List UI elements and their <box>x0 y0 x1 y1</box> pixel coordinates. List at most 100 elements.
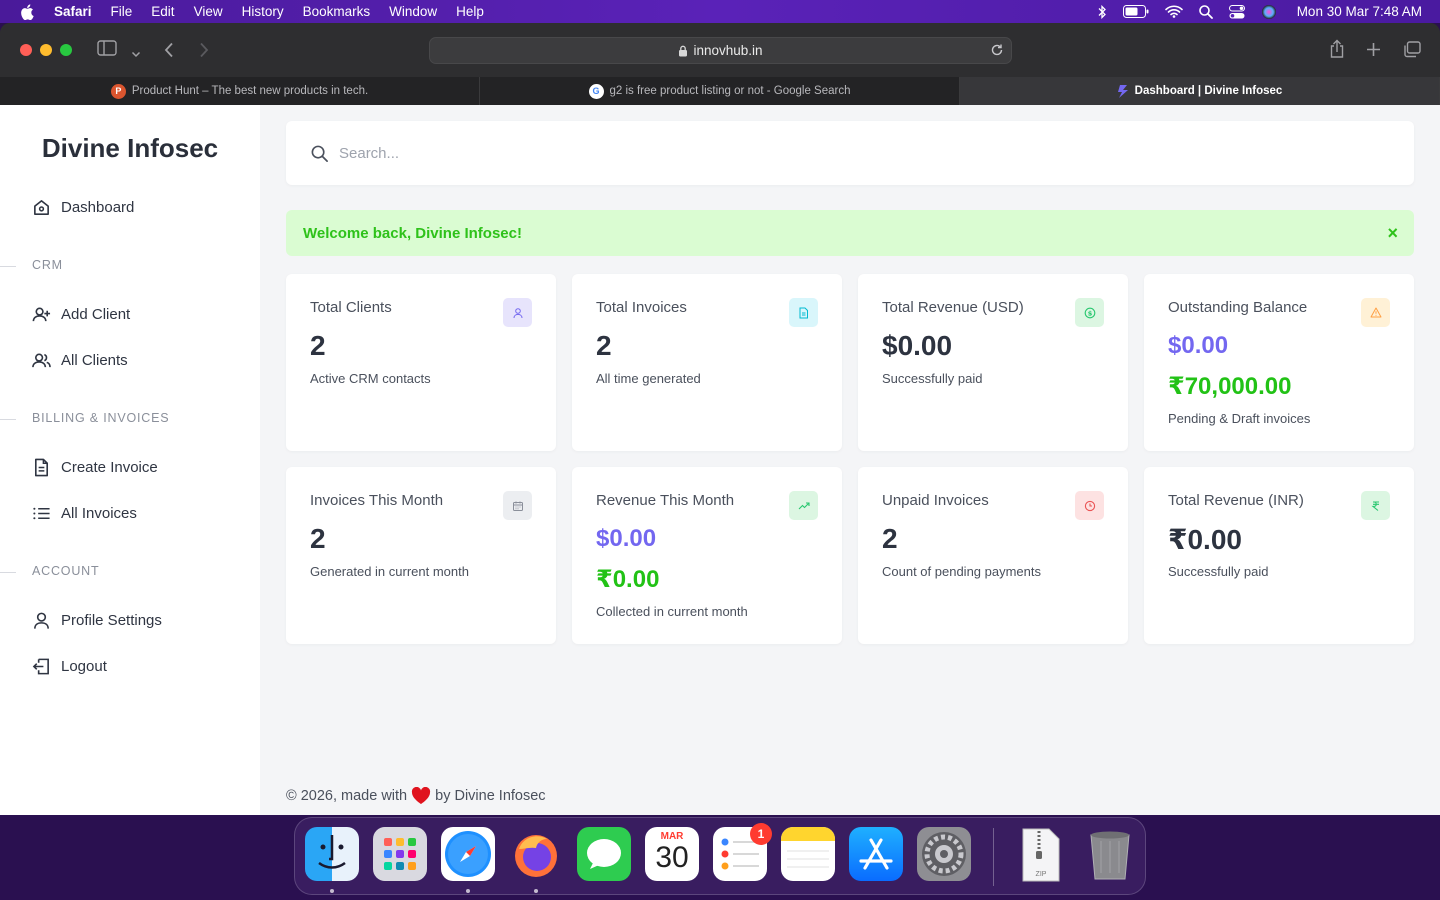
welcome-alert: Welcome back, Divine Infosec! × <box>286 210 1414 256</box>
sidebar-item-label: All Clients <box>61 352 128 369</box>
card-title: Total Invoices <box>596 299 687 316</box>
messages-icon[interactable] <box>577 827 631 881</box>
home-icon <box>34 200 49 215</box>
url-text[interactable]: innovhub.in <box>693 43 762 58</box>
zip-label: ZIP <box>1035 871 1047 878</box>
sidebar-item-label: All Invoices <box>61 505 137 522</box>
card-subtitle: Successfully paid <box>882 371 983 386</box>
tab-bar: P Product Hunt – The best new products i… <box>0 77 1440 105</box>
apple-logo-icon[interactable] <box>20 3 34 20</box>
menu-app-safari[interactable]: Safari <box>54 4 92 19</box>
sidebar-item-create-invoice[interactable]: Create Invoice <box>32 458 158 477</box>
siri-icon[interactable] <box>1261 4 1277 20</box>
menu-history[interactable]: History <box>242 4 284 19</box>
brand-logo-text[interactable]: Divine Infosec <box>0 133 260 164</box>
alert-triangle-icon <box>1361 298 1390 327</box>
finder-icon[interactable] <box>305 827 359 881</box>
sidebar-item-dashboard[interactable]: Dashboard <box>32 198 134 217</box>
control-center-icon[interactable] <box>1228 4 1245 19</box>
section-divider <box>0 419 16 420</box>
card-value: $0.00 <box>882 330 953 361</box>
logout-icon <box>32 658 49 675</box>
menu-edit[interactable]: Edit <box>151 4 174 19</box>
file-text-icon <box>789 298 818 327</box>
tab-title: g2 is free product listing or not - Goog… <box>609 85 851 97</box>
card-title: Revenue This Month <box>596 492 735 509</box>
app-store-icon[interactable] <box>849 827 903 881</box>
notification-badge: 1 <box>750 823 772 845</box>
menu-help[interactable]: Help <box>456 4 484 19</box>
sidebar-item-label: Add Client <box>61 306 131 323</box>
menu-view[interactable]: View <box>194 4 223 19</box>
calendar-icon[interactable]: MAR 30 <box>645 827 699 881</box>
rupee-icon <box>1361 491 1390 520</box>
section-divider <box>0 266 16 267</box>
minimize-window-button[interactable] <box>40 44 52 56</box>
sidebar: Divine Infosec Dashboard CRM Add Client … <box>0 105 260 815</box>
safari-icon[interactable] <box>441 827 495 881</box>
tab-dashboard[interactable]: Dashboard | Divine Infosec <box>960 77 1440 105</box>
card-title: Total Revenue (USD) <box>882 299 1024 316</box>
close-alert-button[interactable]: × <box>1387 224 1398 242</box>
product-hunt-favicon-icon: P <box>110 83 126 99</box>
stat-card-revenue-this-month: Revenue This Month $0.00 ₹0.00 Collected… <box>572 467 842 644</box>
zip-file-icon[interactable]: ZIP <box>1021 827 1069 882</box>
running-indicator <box>534 889 538 893</box>
sidebar-toggle-icon[interactable] <box>97 40 117 61</box>
address-bar[interactable]: innovhub.in <box>429 37 1012 64</box>
chevron-down-icon[interactable] <box>131 45 141 63</box>
menu-window[interactable]: Window <box>389 4 437 19</box>
welcome-message: Welcome back, Divine Infosec! <box>303 224 522 242</box>
calendar-icon <box>503 491 532 520</box>
share-icon[interactable] <box>1329 39 1345 64</box>
card-value-usd: $0.00 <box>596 525 657 552</box>
user-icon <box>34 612 49 629</box>
bluetooth-icon[interactable] <box>1097 4 1107 19</box>
tab-product-hunt[interactable]: P Product Hunt – The best new products i… <box>0 77 480 105</box>
firefox-icon[interactable] <box>509 827 563 881</box>
menu-file[interactable]: File <box>111 4 133 19</box>
card-value: 2 <box>596 330 612 361</box>
stat-card-total-clients: Total Clients 2 Active CRM contacts <box>286 274 556 451</box>
section-header-billing: BILLING & INVOICES <box>32 411 170 425</box>
tab-title: Product Hunt – The best new products in … <box>131 85 369 97</box>
sidebar-item-add-client[interactable]: Add Client <box>32 305 130 324</box>
search-icon <box>311 145 328 162</box>
card-subtitle: Collected in current month <box>596 604 748 619</box>
wifi-icon[interactable] <box>1164 5 1183 18</box>
tab-overview-icon[interactable] <box>1403 41 1421 63</box>
sidebar-item-profile-settings[interactable]: Profile Settings <box>32 611 162 630</box>
stat-card-total-revenue-usd: Total Revenue (USD) $ $0.00 Successfully… <box>858 274 1128 451</box>
spotlight-search-icon[interactable] <box>1198 4 1213 19</box>
back-arrow-icon[interactable] <box>164 42 174 63</box>
sidebar-item-logout[interactable]: Logout <box>32 657 107 676</box>
trash-icon[interactable] <box>1083 827 1137 881</box>
notes-icon[interactable] <box>781 827 835 881</box>
close-window-button[interactable] <box>20 44 32 56</box>
card-value: 2 <box>882 523 898 554</box>
running-indicator <box>466 889 470 893</box>
card-subtitle: Pending & Draft invoices <box>1168 411 1311 426</box>
sidebar-item-all-clients[interactable]: All Clients <box>32 351 128 370</box>
launchpad-icon[interactable] <box>373 827 427 881</box>
user-plus-icon <box>32 307 51 322</box>
forward-arrow-icon[interactable] <box>199 42 209 63</box>
system-preferences-icon[interactable] <box>917 827 971 881</box>
card-subtitle: Successfully paid <box>1168 564 1269 579</box>
sidebar-item-all-invoices[interactable]: All Invoices <box>32 504 137 523</box>
battery-icon[interactable] <box>1122 5 1149 18</box>
heart-icon <box>412 787 431 804</box>
menu-bar-clock[interactable]: Mon 30 Mar 7:48 AM <box>1297 4 1422 19</box>
menu-bookmarks[interactable]: Bookmarks <box>303 4 371 19</box>
zoom-window-button[interactable] <box>60 44 72 56</box>
file-text-icon <box>34 458 49 477</box>
section-header-account: ACCOUNT <box>32 564 100 578</box>
card-value-usd: $0.00 <box>1168 332 1229 359</box>
users-icon <box>32 353 51 368</box>
stat-card-outstanding-balance: Outstanding Balance $0.00 ₹70,000.00 Pen… <box>1144 274 1414 451</box>
search-input[interactable] <box>339 144 1239 162</box>
reload-icon[interactable] <box>990 43 1004 57</box>
new-tab-plus-icon[interactable] <box>1366 42 1381 62</box>
sidebar-item-label: Logout <box>61 658 107 675</box>
tab-google-search[interactable]: G g2 is free product listing or not - Go… <box>480 77 960 105</box>
